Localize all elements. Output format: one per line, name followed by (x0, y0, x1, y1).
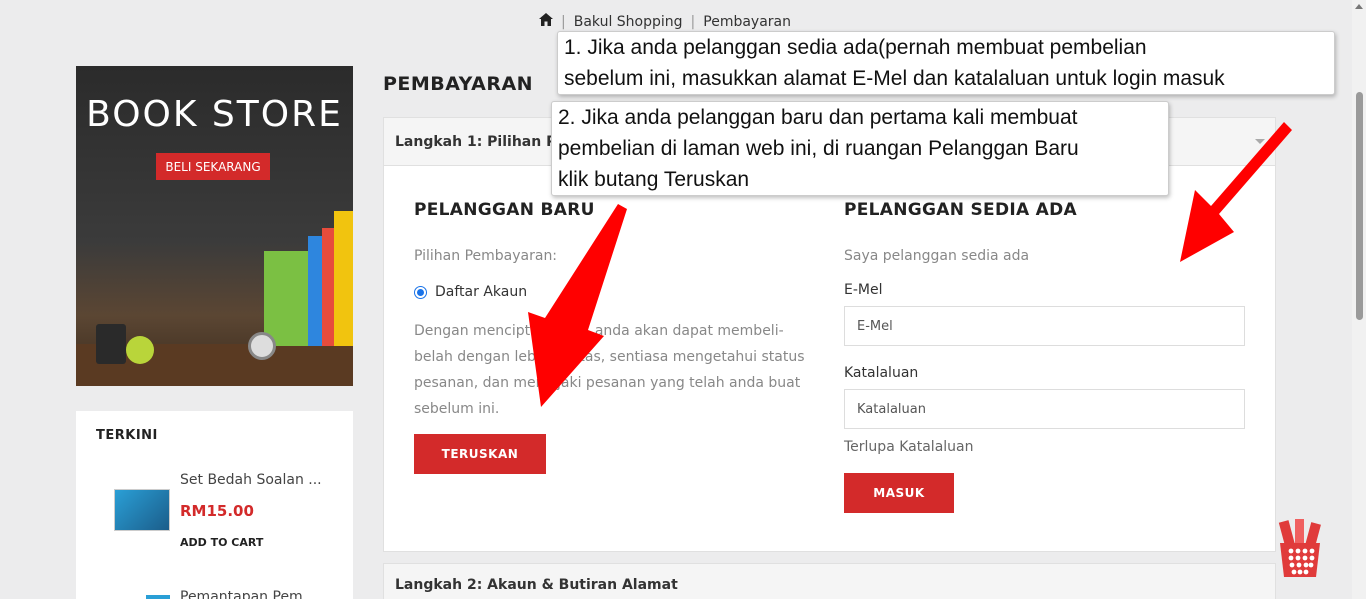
forgot-password-link[interactable]: Terlupa Katalaluan (844, 439, 1246, 455)
product-thumbnail[interactable] (114, 489, 170, 531)
breadcrumb-separator: | (561, 13, 566, 30)
apple-image (126, 336, 154, 364)
banner-book (322, 228, 334, 346)
latest-products-title: TERKINI (96, 428, 158, 443)
email-field[interactable]: E-Mel (844, 306, 1245, 346)
new-customer-section: PELANGGAN BARU Pilihan Pembayaran: Dafta… (414, 200, 814, 474)
buy-now-button[interactable]: BELI SEKARANG (156, 153, 270, 180)
register-account-label[interactable]: Daftar Akaun (435, 284, 527, 300)
banner-book (308, 236, 322, 346)
scrollbar-thumb[interactable] (1356, 92, 1363, 320)
caret-down-icon (1255, 139, 1265, 144)
banner-title: BOOK STORE (86, 94, 343, 135)
new-customer-title: PELANGGAN BARU (414, 200, 595, 220)
breadcrumb-separator: | (690, 13, 696, 30)
continue-button[interactable]: TERUSKAN (414, 434, 546, 474)
callout-line: 2. Jika anda pelanggan baru dan pertama … (558, 106, 1078, 129)
add-to-cart-link[interactable]: ADD TO CART (180, 536, 263, 549)
product-price: RM15.00 (180, 502, 254, 520)
product-name[interactable]: Set Bedah Soalan ... (180, 472, 322, 488)
breadcrumb-payment-link[interactable]: Pembayaran (703, 14, 791, 30)
product-name[interactable]: Pemantapan Pem... (180, 589, 316, 599)
annotation-callout-new-customer: 2. Jika anda pelanggan baru dan pertama … (551, 101, 1169, 196)
callout-line: sebelum ini, masukkan alamat E-Mel dan k… (564, 67, 1225, 90)
latest-products-box: TERKINI Set Bedah Soalan ... RM15.00 ADD… (76, 411, 353, 599)
breadcrumb: | Bakul Shopping | Pembayaran (539, 13, 791, 30)
callout-line: klik butang Teruskan (558, 168, 750, 191)
register-account-radio[interactable] (414, 285, 427, 299)
banner-book (334, 211, 353, 346)
page-title: PEMBAYARAN (383, 73, 534, 95)
email-label: E-Mel (844, 282, 883, 298)
scroll-up-arrow-icon[interactable] (1355, 4, 1363, 9)
existing-customer-subtitle: Saya pelanggan sedia ada (844, 248, 1030, 264)
callout-line: pembelian di laman web ini, di ruangan P… (558, 137, 1079, 160)
book-store-banner[interactable]: BOOK STORE BELI SEKARANG (76, 66, 353, 386)
new-customer-description: Dengan mencipta akaun, anda akan dapat m… (414, 323, 805, 417)
breadcrumb-cart-link[interactable]: Bakul Shopping (574, 14, 683, 30)
home-icon[interactable] (539, 13, 553, 30)
login-button[interactable]: MASUK (844, 473, 954, 513)
callout-line: 1. Jika anda pelanggan sedia ada(pernah … (564, 36, 1147, 59)
payment-option-label: Pilihan Pembayaran: (414, 248, 558, 264)
register-account-option[interactable]: Daftar Akaun (414, 284, 814, 300)
step-2-header[interactable]: Langkah 2: Akaun & Butiran Alamat (383, 563, 1276, 599)
product-thumbnail[interactable] (146, 595, 170, 599)
existing-customer-title: PELANGGAN SEDIA ADA (844, 200, 1077, 220)
password-label: Katalaluan (844, 365, 919, 381)
banner-book (264, 251, 308, 346)
existing-customer-section: PELANGGAN SEDIA ADA Saya pelanggan sedia… (844, 200, 1246, 513)
annotation-callout-existing-customer: 1. Jika anda pelanggan sedia ada(pernah … (557, 31, 1335, 95)
alarm-clock-image (248, 332, 276, 360)
pencil-cup-image (96, 324, 126, 364)
page-scrollbar[interactable] (1352, 0, 1366, 599)
password-field[interactable]: Katalaluan (844, 389, 1245, 429)
stationery-cup-icon[interactable] (1276, 519, 1324, 579)
